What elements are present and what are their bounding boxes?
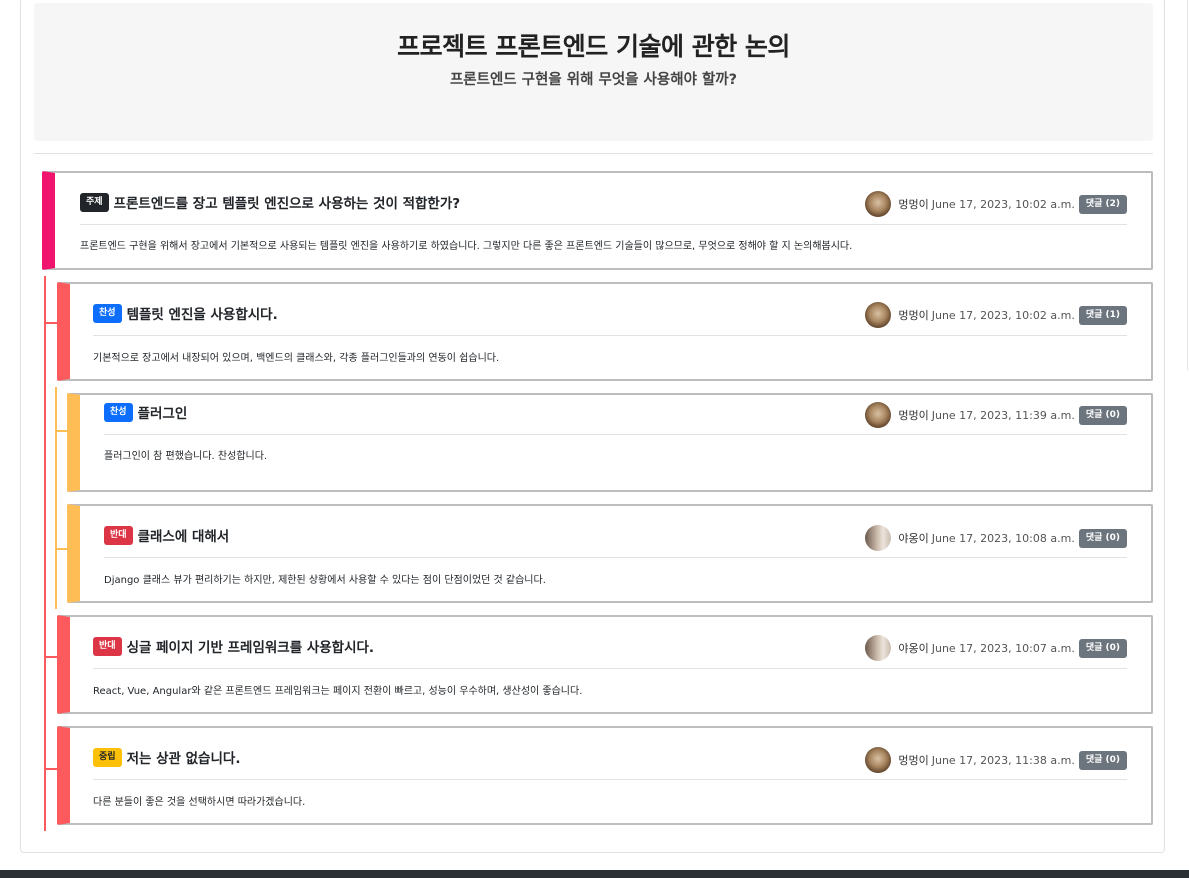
- opinion-title[interactable]: 템플릿 엔진을 사용합시다.: [127, 303, 278, 323]
- opinion-title[interactable]: 저는 상관 없습니다.: [127, 747, 241, 767]
- card-divider: [93, 668, 1127, 669]
- neutral-badge: 중립: [93, 747, 122, 767]
- reply-title-row: 반대 클래스에 대해서: [104, 525, 229, 545]
- opinion-card: 반대 싱글 페이지 기반 프레임워크를 사용합시다. 야옹이 June 17, …: [57, 615, 1153, 714]
- avatar: [865, 191, 892, 217]
- reply-body: 플러그인이 참 편했습니다. 찬성합니다.: [104, 451, 268, 462]
- avatar: [865, 525, 892, 551]
- header-divider: [34, 153, 1153, 154]
- reply-title[interactable]: 클래스에 대해서: [138, 525, 230, 545]
- card-divider: [104, 434, 1127, 435]
- con-badge: 반대: [104, 525, 133, 545]
- reply-body: Django 클래스 뷰가 편리하기는 하지만, 제한된 상황에서 사용할 수 …: [104, 575, 546, 586]
- opinion-card: 찬성 템플릿 엔진을 사용합시다. 멍멍이 June 17, 2023, 10:…: [57, 282, 1153, 381]
- opinion-title-row: 찬성 템플릿 엔진을 사용합시다.: [93, 303, 278, 323]
- author-name: 멍멍이: [898, 409, 929, 422]
- post-date: June 17, 2023, 10:08 a.m.: [931, 531, 1075, 545]
- opinion-title[interactable]: 싱글 페이지 기반 프레임워크를 사용합시다.: [127, 636, 375, 656]
- thread-connector: [44, 656, 57, 658]
- topic-title[interactable]: 프론트엔드를 장고 템플릿 엔진으로 사용하는 것이 적합한가?: [114, 192, 461, 212]
- post-date: June 17, 2023, 11:39 a.m.: [931, 408, 1075, 422]
- card-divider: [104, 557, 1127, 558]
- comments-button[interactable]: 댓글 (0): [1078, 638, 1127, 658]
- thread-connector: [44, 322, 57, 324]
- avatar: [865, 747, 892, 773]
- reply-card: 반대 클래스에 대해서 야옹이 June 17, 2023, 10:08 a.m…: [67, 504, 1153, 603]
- opinion-body: React, Vue, Angular와 같은 프론트엔드 프레임워크는 페이지…: [93, 686, 583, 697]
- topic-badge: 주제: [80, 192, 109, 212]
- author-name: 야옹이: [898, 532, 929, 545]
- comments-button[interactable]: 댓글 (0): [1078, 405, 1127, 425]
- opinion-title-row: 반대 싱글 페이지 기반 프레임워크를 사용합시다.: [93, 636, 374, 656]
- author-name: 멍멍이: [898, 309, 929, 322]
- opinion-meta: 멍멍이 June 17, 2023, 10:02 a.m. 댓글 (1): [865, 302, 1127, 328]
- con-badge: 반대: [93, 636, 122, 656]
- topic-title-row: 주제 프론트엔드를 장고 템플릿 엔진으로 사용하는 것이 적합한가?: [80, 192, 460, 212]
- post-date: June 17, 2023, 10:02 a.m.: [931, 197, 1075, 211]
- opinion-body: 기본적으로 장고에서 내장되어 있으며, 백엔드의 클래스와, 각종 플러그인들…: [93, 353, 500, 364]
- opinion-card: 중립 저는 상관 없습니다. 멍멍이 June 17, 2023, 11:38 …: [57, 726, 1153, 825]
- card-divider: [93, 779, 1127, 780]
- card-divider: [93, 335, 1127, 336]
- comments-button[interactable]: 댓글 (1): [1078, 305, 1127, 325]
- footer-bar: [0, 870, 1189, 878]
- topic-meta: 멍멍이 June 17, 2023, 10:02 a.m. 댓글 (2): [865, 191, 1127, 217]
- page-subtitle: 프론트엔드 구현을 위해 무엇을 사용해야 할까?: [449, 72, 738, 88]
- author-name: 멍멍이: [898, 754, 929, 767]
- comments-button[interactable]: 댓글 (0): [1078, 528, 1127, 548]
- pro-badge: 찬성: [93, 303, 122, 323]
- comments-button[interactable]: 댓글 (0): [1078, 750, 1127, 770]
- opinion-meta: 야옹이 June 17, 2023, 10:07 a.m. 댓글 (0): [865, 635, 1127, 661]
- thread-connector: [55, 430, 67, 432]
- post-date: June 17, 2023, 10:02 a.m.: [931, 308, 1075, 322]
- card-divider: [80, 224, 1127, 225]
- reply-meta: 멍멍이 June 17, 2023, 11:39 a.m. 댓글 (0): [865, 402, 1127, 428]
- post-date: June 17, 2023, 11:38 a.m.: [931, 753, 1075, 767]
- scrollbar[interactable]: [1187, 0, 1188, 370]
- thread-connector: [55, 548, 67, 550]
- thread-connector: [44, 768, 57, 770]
- comments-button[interactable]: 댓글 (2): [1078, 194, 1127, 214]
- reply-meta: 야옹이 June 17, 2023, 10:08 a.m. 댓글 (0): [865, 525, 1127, 551]
- author-name: 야옹이: [898, 642, 929, 655]
- reply-thread-line: [55, 387, 57, 609]
- opinion-body: 다른 분들이 좋은 것을 선택하시면 따라가겠습니다.: [93, 797, 306, 808]
- discussion-header: 프로젝트 프론트엔드 기술에 관한 논의 프론트엔드 구현을 위해 무엇을 사용…: [34, 3, 1153, 141]
- opinion-title-row: 중립 저는 상관 없습니다.: [93, 747, 240, 767]
- topic-card: 주제 프론트엔드를 장고 템플릿 엔진으로 사용하는 것이 적합한가? 멍멍이 …: [42, 171, 1153, 270]
- reply-title-row: 찬성 플러그인: [104, 402, 187, 422]
- post-date: June 17, 2023, 10:07 a.m.: [931, 641, 1075, 655]
- reply-card: 찬성 플러그인 멍멍이 June 17, 2023, 11:39 a.m. 댓글…: [67, 393, 1153, 492]
- topic-body: 프론트엔드 구현을 위해서 장고에서 기본적으로 사용되는 템플릿 엔진을 사용…: [80, 241, 853, 252]
- opinion-thread-line: [44, 276, 46, 831]
- avatar: [865, 302, 892, 328]
- author-name: 멍멍이: [898, 198, 929, 211]
- avatar: [865, 402, 892, 428]
- reply-title[interactable]: 플러그인: [138, 402, 188, 422]
- avatar: [865, 635, 892, 661]
- opinion-meta: 멍멍이 June 17, 2023, 11:38 a.m. 댓글 (0): [865, 747, 1127, 773]
- pro-badge: 찬성: [104, 402, 133, 422]
- page-title: 프로젝트 프론트엔드 기술에 관한 논의: [397, 32, 790, 61]
